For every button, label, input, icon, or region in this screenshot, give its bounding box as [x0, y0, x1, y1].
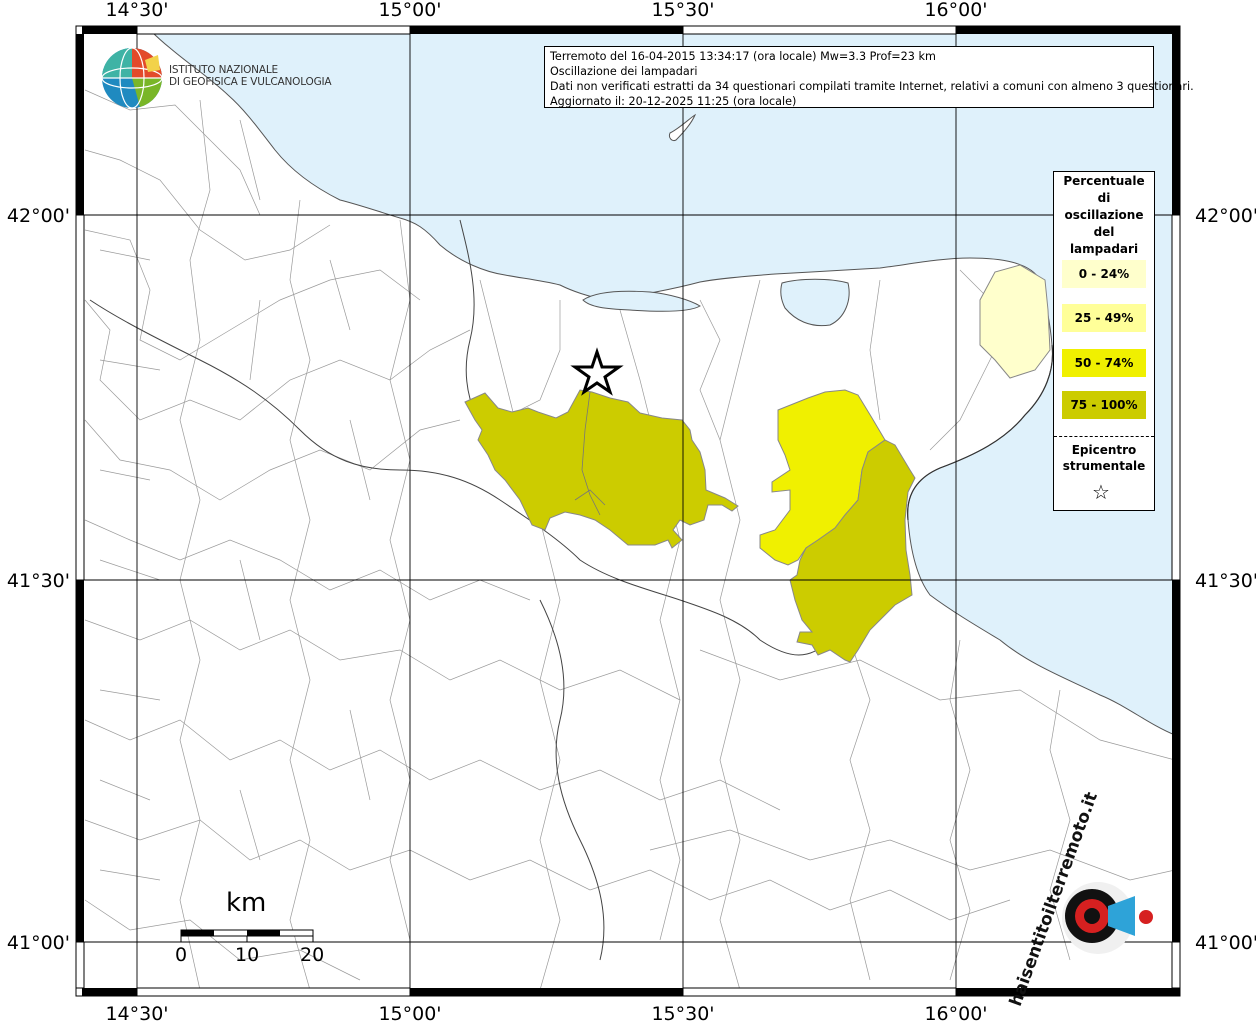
legend-separator [1054, 436, 1154, 437]
lat-label-right-2: 41°30' [1195, 570, 1256, 592]
lon-label-bottom-1: 14°30' [105, 1003, 168, 1024]
lon-label-bottom-4: 16°00' [924, 1003, 987, 1024]
event-info-box: Terremoto del 16-04-2015 13:34:17 (ora l… [544, 46, 1194, 108]
event-data-note: Dati non verificati estratti da 34 quest… [550, 80, 1194, 93]
lon-label-top-2: 15°00' [378, 0, 441, 21]
scale-tick-20: 20 [300, 944, 325, 966]
lat-label-left-3: 41°00' [7, 932, 70, 954]
scale-tick-10: 10 [235, 944, 260, 966]
lat-label-left-2: 41°30' [7, 570, 70, 592]
lon-label-top-3: 15°30' [651, 0, 714, 21]
ingv-globe-logo [101, 47, 163, 109]
event-subtitle: Oscillazione dei lampadari [550, 65, 698, 78]
ingv-name-line2: DI GEOFISICA E VULCANOLOGIA [169, 76, 332, 88]
legend-epicenter-label: Epicentro strumentale [1062, 443, 1146, 473]
lon-label-bottom-2: 15°00' [378, 1003, 441, 1024]
legend: Percentuale di oscillazione del lampadar… [1053, 171, 1155, 511]
intensity-map: 14°30' 15°00' 15°30' 16°00' 14°30' 15°00… [7, 0, 1256, 1024]
event-updated: Aggiornato il: 20-12-2025 11:25 (ora loc… [550, 95, 797, 108]
lon-label-top-4: 16°00' [924, 0, 987, 21]
scale-unit: km [226, 888, 267, 918]
lon-label-top-1: 14°30' [105, 0, 168, 21]
scale-tick-0: 0 [175, 944, 188, 966]
ingv-name-line1: ISTITUTO NAZIONALE [169, 64, 278, 76]
legend-item-25-49: 25 - 49% [1062, 304, 1146, 332]
legend-star-icon: ☆ [1092, 480, 1110, 504]
ingv-name: ISTITUTO NAZIONALE DI GEOFISICA E VULCAN… [169, 64, 332, 88]
lat-label-right-1: 42°00' [1195, 205, 1256, 227]
lon-label-bottom-3: 15°30' [651, 1003, 714, 1024]
legend-item-75-100: 75 - 100% [1062, 391, 1146, 419]
legend-item-0-24: 0 - 24% [1062, 260, 1146, 288]
legend-item-50-74: 50 - 74% [1062, 349, 1146, 377]
event-title: Terremoto del 16-04-2015 13:34:17 (ora l… [550, 50, 936, 63]
lat-label-right-3: 41°00' [1195, 932, 1256, 954]
lat-label-left-1: 42°00' [7, 205, 70, 227]
legend-title: Percentuale di oscillazione del lampadar… [1063, 174, 1145, 256]
